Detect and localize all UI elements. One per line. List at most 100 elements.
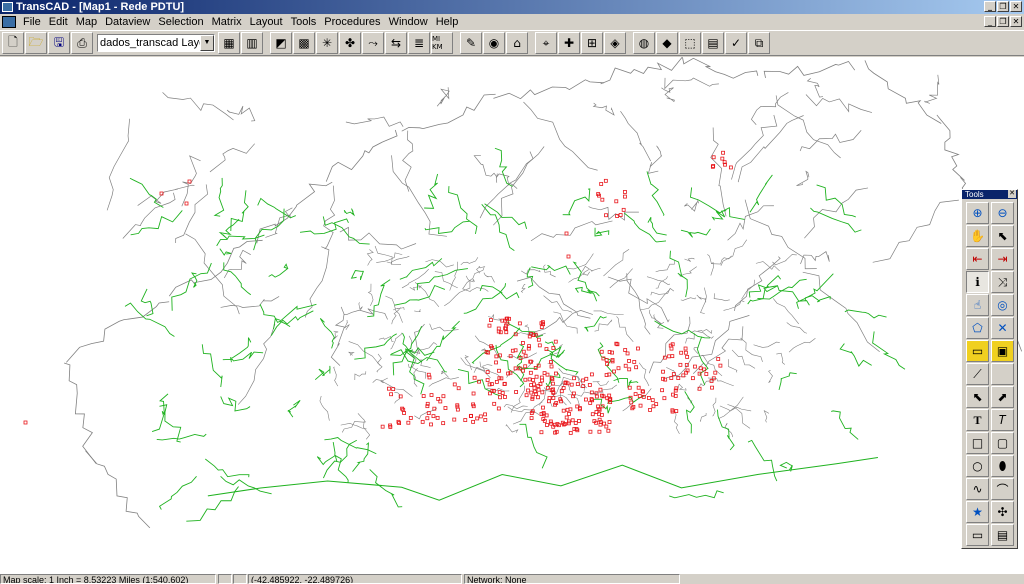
pin-icon[interactable]: ✚ (558, 32, 580, 54)
minimize-button[interactable]: _ (984, 1, 996, 12)
new-icon[interactable]: 🗋 (2, 32, 24, 54)
close-button[interactable]: ✕ (1010, 1, 1022, 12)
info-icon[interactable]: ℹ (966, 271, 989, 293)
previous-view-icon[interactable]: ⇤ (966, 248, 989, 270)
select-pointer-icon[interactable]: ⬉ (991, 225, 1014, 247)
open-icon[interactable]: 🗁 (25, 32, 47, 54)
menu-file[interactable]: File (19, 14, 45, 30)
menu-procedures[interactable]: Procedures (320, 14, 384, 30)
circle-icon[interactable]: ○ (966, 455, 989, 477)
image-icon[interactable]: ▭ (966, 524, 989, 546)
globe-icon[interactable]: ◍ (633, 32, 655, 54)
layer-icon[interactable]: ◈ (604, 32, 626, 54)
grid-icon[interactable]: ▩ (293, 32, 315, 54)
road-segment (401, 268, 429, 289)
rounded-rect-icon[interactable]: ▢ (991, 432, 1014, 454)
drag-icon[interactable]: ⤨ (991, 271, 1014, 293)
menu-tools[interactable]: Tools (287, 14, 321, 30)
menu-edit[interactable]: Edit (45, 14, 72, 30)
text-italic-icon[interactable]: 𝑇 (991, 409, 1014, 431)
traffic-zone-boundary (749, 174, 773, 213)
menu-layout[interactable]: Layout (246, 14, 287, 30)
copy-icon[interactable]: ⧉ (748, 32, 770, 54)
scale-icon[interactable]: MI KM (431, 32, 453, 54)
locate-icon[interactable]: ⌖ (535, 32, 557, 54)
doc-close-button[interactable]: ✕ (1010, 16, 1022, 27)
road-segment (712, 397, 717, 417)
data-point (627, 367, 632, 372)
overlay-icon[interactable]: ✤ (339, 32, 361, 54)
data-point (559, 389, 564, 394)
zoom-out-icon[interactable]: ⊖ (991, 202, 1014, 224)
compass-icon[interactable]: ✣ (991, 501, 1014, 523)
polyline-icon[interactable]: ∿ (966, 478, 989, 500)
menu-selection[interactable]: Selection (154, 14, 207, 30)
road-segment (358, 302, 363, 311)
dataview-icon[interactable]: ▦ (218, 32, 240, 54)
arrow-icon[interactable]: ⬉ (966, 386, 989, 408)
menu-window[interactable]: Window (385, 14, 432, 30)
select-point-icon[interactable]: ☝ (966, 294, 989, 316)
save-icon[interactable]: 🖫 (48, 32, 70, 54)
data-point (496, 406, 501, 411)
data-point (503, 395, 507, 399)
print-icon[interactable]: ⎙ (71, 32, 93, 54)
check-icon[interactable]: ✓ (725, 32, 747, 54)
pan-hand-icon[interactable]: ✋ (966, 225, 989, 247)
restore-button[interactable]: ❐ (997, 1, 1009, 12)
doc-restore-button[interactable]: ❐ (997, 16, 1009, 27)
chart-icon[interactable]: ▥ (241, 32, 263, 54)
select-icon[interactable]: ⬚ (679, 32, 701, 54)
tools-close-icon[interactable]: ✕ (1008, 190, 1016, 198)
map-frame-icon[interactable]: ▤ (991, 524, 1014, 546)
select-polygon-icon[interactable]: ⬠ (966, 317, 989, 339)
traffic-zone-boundary (130, 210, 183, 236)
menu-dataview[interactable]: Dataview (101, 14, 154, 30)
text-icon[interactable]: T (966, 409, 989, 431)
measure-area-icon[interactable]: ▣ (991, 340, 1014, 362)
data-point (534, 374, 539, 379)
symbol-icon[interactable]: ★ (966, 501, 989, 523)
layers-icon[interactable]: ◆ (656, 32, 678, 54)
data-point (536, 337, 541, 342)
theme-icon[interactable]: ▤ (702, 32, 724, 54)
paint-icon[interactable]: ✎ (460, 32, 482, 54)
label-icon[interactable]: ⌂ (506, 32, 528, 54)
traffic-zone-boundary (572, 261, 598, 302)
route-icon[interactable]: ⇆ (385, 32, 407, 54)
traffic-zone-boundary (479, 285, 520, 300)
curve-icon[interactable]: ⌒ (991, 478, 1014, 500)
move-icon[interactable]: ⬈ (991, 386, 1014, 408)
menu-matrix[interactable]: Matrix (208, 14, 246, 30)
menu-help[interactable]: Help (432, 14, 463, 30)
doc-minimize-button[interactable]: _ (984, 16, 996, 27)
map-canvas[interactable] (0, 57, 1024, 573)
next-view-icon[interactable]: ⇥ (991, 248, 1014, 270)
select-circle-icon[interactable]: ◎ (991, 294, 1014, 316)
chevron-down-icon[interactable]: ▼ (200, 35, 214, 51)
table-icon[interactable]: ⊞ (581, 32, 603, 54)
region-boundary (168, 239, 263, 297)
data-point (564, 415, 569, 420)
data-point (402, 411, 406, 415)
road-segment (543, 295, 573, 313)
palette-icon[interactable]: ◉ (483, 32, 505, 54)
zoom-in-icon[interactable]: ⊕ (966, 202, 989, 224)
ruler-icon[interactable]: ▭ (966, 340, 989, 362)
highlight-icon[interactable]: ◩ (270, 32, 292, 54)
legend-icon[interactable]: ≣ (408, 32, 430, 54)
freeform-icon[interactable]: ⬮ (991, 455, 1014, 477)
shortest-path-icon[interactable]: ⤳ (362, 32, 384, 54)
document-icon[interactable] (2, 16, 16, 28)
map-view[interactable] (0, 57, 1024, 573)
tools-title-bar[interactable]: Tools ✕ (962, 190, 1017, 199)
traffic-zone-boundary (140, 288, 154, 317)
deselect-icon[interactable]: ✕ (991, 317, 1014, 339)
rectangle-icon[interactable]: □ (966, 432, 989, 454)
data-point (633, 392, 638, 397)
data-point (523, 364, 528, 369)
layer-select[interactable]: dados_transcad Layer ▼ (97, 34, 215, 52)
line-tool-icon[interactable]: ⟋ (966, 363, 989, 385)
menu-map[interactable]: Map (72, 14, 101, 30)
network-icon[interactable]: ✳ (316, 32, 338, 54)
